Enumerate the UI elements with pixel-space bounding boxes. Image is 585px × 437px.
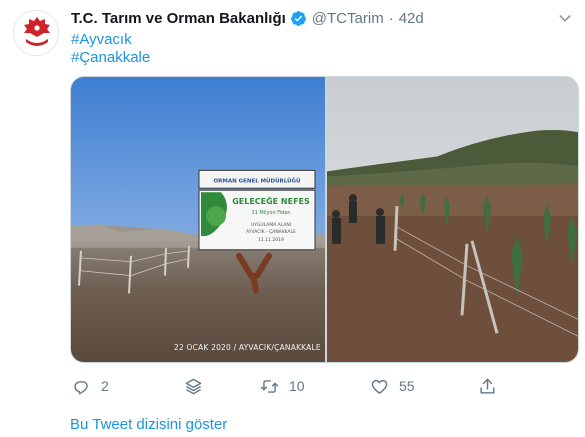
tweet-action-bar: 2 10 55	[70, 372, 500, 400]
share-icon	[480, 378, 495, 394]
retweet-count: 10	[289, 378, 305, 394]
separator-dot: ·	[388, 9, 394, 27]
retweet-button[interactable]: 10	[260, 372, 305, 400]
hashtag-canakkale[interactable]: #Çanakkale	[71, 49, 150, 66]
stack-icon	[185, 378, 202, 394]
tweet-time[interactable]: 42d	[399, 10, 424, 27]
sign-subtitle-text: 11 Milyon Fidan	[251, 210, 290, 216]
hashtag-ayvacik[interactable]: #Ayvacık	[71, 31, 132, 48]
tweet-media: ORMAN GENEL MÜDÜRLÜĞÜ GELECEĞE NEFES 11 …	[70, 76, 579, 363]
reply-button[interactable]: 2	[72, 372, 109, 400]
share-button[interactable]	[478, 372, 497, 400]
tweet-header: T.C. Tarım ve Orman Bakanlığı @TCTarim ·…	[71, 8, 424, 28]
photo-right[interactable]	[327, 77, 578, 362]
photo-left-image: ORMAN GENEL MÜDÜRLÜĞÜ GELECEĞE NEFES 11 …	[71, 77, 325, 362]
like-button[interactable]: 55	[370, 372, 415, 400]
photo-left[interactable]: ORMAN GENEL MÜDÜRLÜĞÜ GELECEĞE NEFES 11 …	[71, 77, 325, 362]
sign-line2-text: AYVACIK - ÇANAKKALE	[246, 229, 296, 235]
heart-icon	[371, 379, 388, 394]
like-count: 55	[399, 378, 415, 394]
retweet-icon	[260, 379, 279, 393]
ministry-logo	[14, 11, 58, 55]
reply-icon	[74, 380, 88, 394]
author-handle[interactable]: @TCTarim	[312, 10, 384, 27]
verified-badge-icon	[290, 10, 306, 26]
reply-count: 2	[101, 378, 109, 394]
view-stack-button[interactable]	[184, 372, 203, 400]
sign-date-text: 11.11.2019	[258, 237, 284, 243]
avatar[interactable]	[13, 10, 59, 56]
sign-line1-text: UYGULAMA ALANI	[251, 222, 291, 228]
photo-caption: 22 OCAK 2020 / AYVACIK/ÇANAKKALE	[174, 343, 321, 352]
author-name[interactable]: T.C. Tarım ve Orman Bakanlığı	[71, 10, 286, 27]
sign-title-text: GELECEĞE NEFES	[232, 195, 310, 206]
show-thread-link[interactable]: Bu Tweet dizisini göster	[70, 416, 227, 433]
sign-header-text: ORMAN GENEL MÜDÜRLÜĞÜ	[214, 177, 301, 184]
chevron-down-icon[interactable]	[557, 10, 573, 26]
photo-right-image	[327, 77, 578, 362]
